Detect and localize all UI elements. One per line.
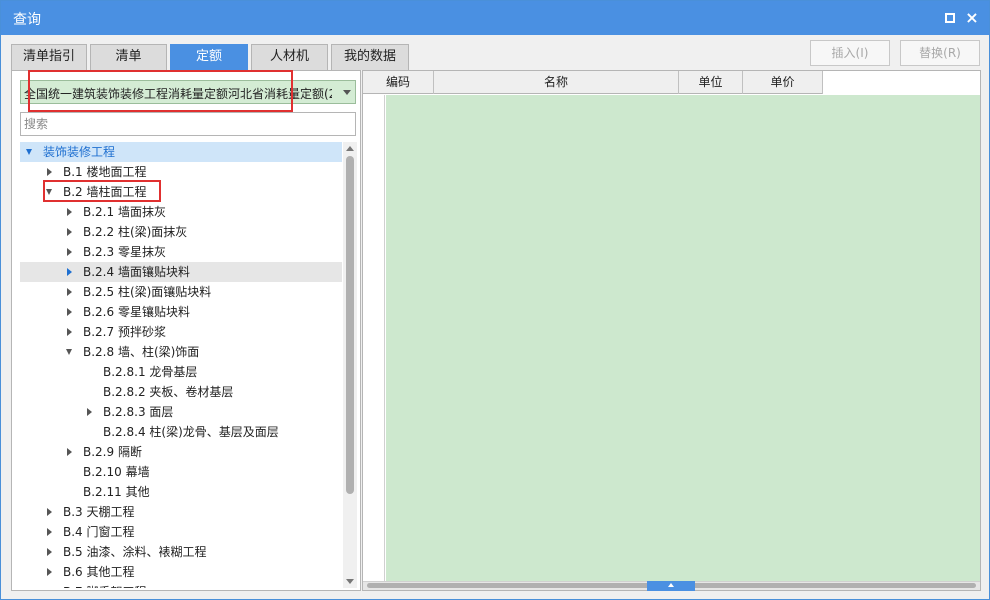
grid-header: 编码 名称 单位 单价 [363,71,823,94]
tree-node[interactable]: B.7 脚手架工程 [20,582,342,588]
collapsed-arrow-icon[interactable] [67,448,72,456]
tree-node[interactable]: B.2.2 柱(梁)面抹灰 [20,222,342,242]
tab-bill[interactable]: 清单 [90,44,167,70]
tree-node-label: B.2.5 柱(梁)面镶贴块料 [83,285,212,299]
tree-node[interactable]: B.3 天棚工程 [20,502,342,522]
tab-bill-guide[interactable]: 清单指引 [11,44,87,70]
tree-node[interactable]: B.1 楼地面工程 [20,162,342,182]
tree-node-label: B.2.4 墙面镶贴块料 [83,265,190,279]
chevron-up-icon[interactable] [668,583,674,587]
tab-quota[interactable]: 定额 [170,44,248,70]
column-header-unit[interactable]: 单位 [679,71,743,94]
tree-node-label: B.7 脚手架工程 [63,582,147,588]
collapsed-arrow-icon[interactable] [67,308,72,316]
search-input[interactable] [20,112,356,136]
tree-node-label: B.2.6 零星镶贴块料 [83,305,190,319]
tree-node[interactable]: 装饰装修工程 [20,142,342,162]
collapsed-arrow-icon[interactable] [67,248,72,256]
quota-grid-panel: 编码 名称 单位 单价 [362,70,981,591]
tree-node-label: B.5 油漆、涂料、裱糊工程 [63,545,207,559]
tree-node[interactable]: B.2.11 其他 [20,482,342,502]
expanded-arrow-icon[interactable] [26,149,32,155]
tree-node[interactable]: B.2.10 幕墙 [20,462,342,482]
tree-node[interactable]: B.2.3 零星抹灰 [20,242,342,262]
collapsed-arrow-icon[interactable] [67,328,72,336]
tree-node[interactable]: B.2.5 柱(梁)面镶贴块料 [20,282,342,302]
tree-node[interactable]: B.2.7 预拌砂浆 [20,322,342,342]
category-tree: 装饰装修工程 B.1 楼地面工程 B.2 墙柱面工程 B.2.1 墙面抹灰 B.2.2 … [20,142,342,588]
tree-node-label: B.4 门窗工程 [63,525,135,539]
column-header-name[interactable]: 名称 [434,71,679,94]
replace-button[interactable]: 替换(R) [900,40,980,66]
tree-node-label: B.3 天棚工程 [63,505,135,519]
scroll-up-icon[interactable] [346,146,354,151]
tree-node[interactable]: B.4 门窗工程 [20,522,342,542]
tree-scrollbar[interactable] [343,142,357,588]
collapsed-arrow-icon[interactable] [47,548,52,556]
tree-node-label: B.2.3 零星抹灰 [83,245,166,259]
insert-button[interactable]: 插入(I) [810,40,890,66]
tree-node[interactable]: B.6 其他工程 [20,562,342,582]
tree-node[interactable]: B.2.9 隔断 [20,442,342,462]
grid-body[interactable] [386,95,980,581]
tree-node-label: B.2.8.3 面层 [103,405,174,419]
column-header-price[interactable]: 单价 [743,71,823,94]
tree-node-label: B.2.7 预拌砂浆 [83,325,166,339]
highlight-box-library [28,70,293,112]
row-header-column [363,95,385,581]
tree-node-label: 装饰装修工程 [43,145,116,159]
tree-node[interactable]: B.2.4 墙面镶贴块料 [20,262,342,282]
tree-node-label: B.2.8 墙、柱(梁)饰面 [83,345,200,359]
highlight-box-b2 [43,180,161,202]
tree-node-label: B.2.8.4 柱(梁)龙骨、基层及面层 [103,425,279,439]
tree-node[interactable]: B.2.8 墙、柱(梁)饰面 [20,342,342,362]
tree-node[interactable]: B.2.8.4 柱(梁)龙骨、基层及面层 [20,422,342,442]
tree-node-label: B.2.11 其他 [83,485,150,499]
window-title: 查询 [13,12,41,28]
tree-node-label: B.2.2 柱(梁)面抹灰 [83,225,188,239]
scrollbar-thumb[interactable] [346,156,354,494]
tree-node-label: B.1 楼地面工程 [63,165,147,179]
tab-my-data[interactable]: 我的数据 [331,44,409,70]
collapsed-arrow-icon[interactable] [67,268,72,276]
left-panel: 全国统一建筑装饰装修工程消耗量定额河北省消耗量定额(20 装饰装修工程B.1 楼… [11,70,361,591]
tree-node[interactable]: B.2.1 墙面抹灰 [20,202,342,222]
collapsed-arrow-icon[interactable] [67,288,72,296]
tree-node-label: B.2.9 隔断 [83,445,142,459]
tree-node[interactable]: B.2.8.1 龙骨基层 [20,362,342,382]
tree-node-label: B.6 其他工程 [63,565,135,579]
collapsed-arrow-icon[interactable] [47,528,52,536]
collapsed-arrow-icon[interactable] [47,568,52,576]
maximize-icon[interactable] [941,9,959,27]
expanded-arrow-icon[interactable] [66,349,72,355]
tree-node[interactable]: B.2.6 零星镶贴块料 [20,302,342,322]
collapsed-arrow-icon[interactable] [67,228,72,236]
panel-splitter[interactable] [647,581,695,591]
tree-node[interactable]: B.2.8.2 夹板、卷材基层 [20,382,342,402]
tab-labor-material-machine[interactable]: 人材机 [251,44,328,70]
column-header-code[interactable]: 编码 [363,71,434,94]
collapsed-arrow-icon[interactable] [47,508,52,516]
tree-node-label: B.2.8.2 夹板、卷材基层 [103,385,234,399]
tree-node-label: B.2.1 墙面抹灰 [83,205,166,219]
close-icon[interactable]: × [963,9,981,27]
title-bar[interactable]: 查询 × [1,1,989,35]
tree-node-label: B.2.10 幕墙 [83,465,150,479]
tree-node[interactable]: B.2.8.3 面层 [20,402,342,422]
tree-node[interactable]: B.5 油漆、涂料、裱糊工程 [20,542,342,562]
collapsed-arrow-icon[interactable] [87,408,92,416]
collapsed-arrow-icon[interactable] [47,168,52,176]
tree-node-label: B.2.8.1 龙骨基层 [103,365,198,379]
chevron-down-icon[interactable] [343,90,351,95]
collapsed-arrow-icon[interactable] [67,208,72,216]
query-window: 查询 × 清单指引 清单 定额 人材机 我的数据 插入(I) 替换(R) 全国统… [0,0,990,600]
scroll-down-icon[interactable] [346,579,354,584]
